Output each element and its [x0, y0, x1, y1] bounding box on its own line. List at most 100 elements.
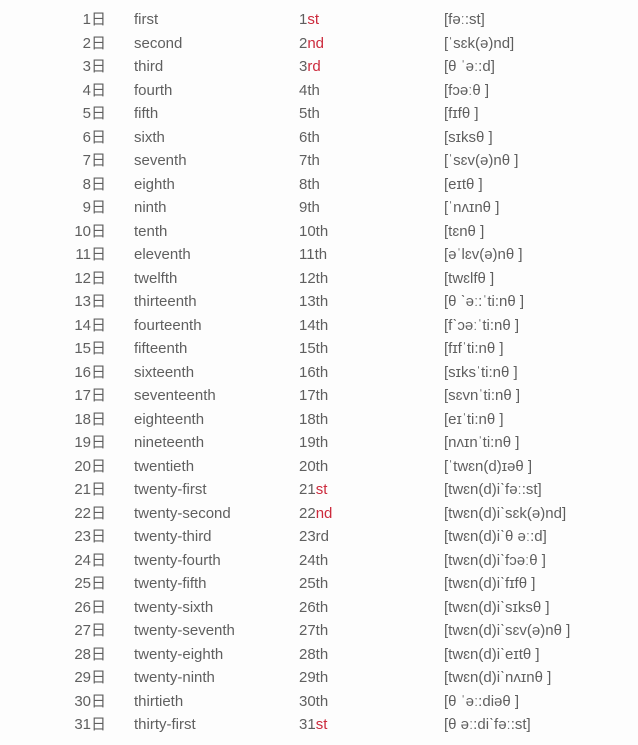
table-row: 22日twenty-second22nd[twɛn(d)iˋsɛk(ə)nd] — [6, 502, 632, 526]
cell-abbr: 23rd — [299, 525, 444, 549]
cell-word: fifteenth — [134, 337, 299, 361]
cell-ipa: [twɛlfθ ] — [444, 267, 632, 291]
cell-abbr: 1st — [299, 8, 444, 32]
cell-day: 28日 — [6, 643, 134, 667]
table-row: 29日twenty-ninth29th [twɛn(d)iˋnʌɪnθ ] — [6, 666, 632, 690]
cell-ipa: [θ ˈəː:d] — [444, 55, 632, 79]
cell-abbr: 18th — [299, 408, 444, 432]
cell-day: 2日 — [6, 32, 134, 56]
cell-ipa: [nʌɪnˈti:nθ ] — [444, 431, 632, 455]
cell-day: 23日 — [6, 525, 134, 549]
abbr-pre: 24th — [299, 552, 328, 569]
cell-abbr: 20th — [299, 455, 444, 479]
cell-word: seventh — [134, 149, 299, 173]
abbr-pre: 5th — [299, 105, 320, 122]
table-row: 1日first1st[fəː:st] — [6, 8, 632, 32]
cell-word: twenty-sixth — [134, 596, 299, 620]
abbr-suffix-highlight: st — [307, 11, 319, 28]
cell-day: 14日 — [6, 314, 134, 338]
table-row: 15日fifteenth15th[fɪfˈti:nθ ] — [6, 337, 632, 361]
cell-ipa: [twɛn(d)iˋsɛv(ə)nθ ] — [444, 619, 632, 643]
abbr-pre: 23rd — [299, 528, 329, 545]
cell-word: twenty-eighth — [134, 643, 299, 667]
cell-abbr: 11th — [299, 243, 444, 267]
abbr-pre: 12th — [299, 270, 328, 287]
abbr-pre: 9th — [299, 199, 320, 216]
cell-abbr: 17th — [299, 384, 444, 408]
cell-word: fourth — [134, 79, 299, 103]
cell-word: twenty-ninth — [134, 666, 299, 690]
cell-day: 8日 — [6, 173, 134, 197]
cell-ipa: [tɛnθ ] — [444, 220, 632, 244]
cell-word: twenty-fourth — [134, 549, 299, 573]
cell-day: 13日 — [6, 290, 134, 314]
cell-day: 17日 — [6, 384, 134, 408]
cell-abbr: 30th — [299, 690, 444, 714]
cell-day: 19日 — [6, 431, 134, 455]
table-row: 7日seventh7th[ˈsɛv(ə)nθ ] — [6, 149, 632, 173]
cell-abbr: 19th — [299, 431, 444, 455]
cell-word: twenty-seventh — [134, 619, 299, 643]
cell-ipa: [θ ˈəː:diəθ ] — [444, 690, 632, 714]
cell-day: 18日 — [6, 408, 134, 432]
cell-word: second — [134, 32, 299, 56]
cell-ipa: [twɛn(d)iˋnʌɪnθ ] — [444, 666, 632, 690]
cell-abbr: 14th — [299, 314, 444, 338]
cell-word: thirteenth — [134, 290, 299, 314]
table-row: 16日sixteenth16th[sɪksˈti:nθ ] — [6, 361, 632, 385]
cell-word: third — [134, 55, 299, 79]
abbr-pre: 6th — [299, 129, 320, 146]
cell-ipa: [sɛvnˈti:nθ ] — [444, 384, 632, 408]
cell-ipa: [twɛn(d)iˋsɪksθ ] — [444, 596, 632, 620]
cell-ipa: [twɛn(d)iˋfəː:st] — [444, 478, 632, 502]
cell-ipa: [θ ˋəː:ˈti:nθ ] — [444, 290, 632, 314]
cell-day: 1日 — [6, 8, 134, 32]
cell-abbr: 24th — [299, 549, 444, 573]
cell-day: 12日 — [6, 267, 134, 291]
abbr-pre: 17th — [299, 387, 328, 404]
cell-day: 29日 — [6, 666, 134, 690]
abbr-pre: 25th — [299, 575, 328, 592]
table-row: 5日fifth5th[fɪfθ ] — [6, 102, 632, 126]
cell-abbr: 27th — [299, 619, 444, 643]
abbr-pre: 7th — [299, 152, 320, 169]
cell-day: 5日 — [6, 102, 134, 126]
table-row: 30日thirtieth30th[θ ˈəː:diəθ ] — [6, 690, 632, 714]
abbr-pre: 8th — [299, 176, 320, 193]
abbr-pre: 29th — [299, 669, 328, 686]
cell-word: eighth — [134, 173, 299, 197]
cell-day: 22日 — [6, 502, 134, 526]
cell-ipa: [sɪksθ ] — [444, 126, 632, 150]
cell-ipa: [ˈtwɛn(d)ɪəθ ] — [444, 455, 632, 479]
cell-abbr: 25th — [299, 572, 444, 596]
abbr-pre: 26th — [299, 599, 328, 616]
table-row: 31日thirty-first31st[θ əː:diˋfəː:st] — [6, 713, 632, 737]
table-row: 8日eighth8th[eɪtθ ] — [6, 173, 632, 197]
abbr-pre: 27th — [299, 622, 328, 639]
abbr-pre: 14th — [299, 317, 328, 334]
cell-word: sixteenth — [134, 361, 299, 385]
cell-word: sixth — [134, 126, 299, 150]
abbr-pre: 10th — [299, 223, 328, 240]
cell-word: twenty-first — [134, 478, 299, 502]
table-row: 9日ninth9th[ˈnʌɪnθ ] — [6, 196, 632, 220]
abbr-pre: 19th — [299, 434, 328, 451]
cell-word: thirty-first — [134, 713, 299, 737]
cell-day: 15日 — [6, 337, 134, 361]
cell-abbr: 10th — [299, 220, 444, 244]
cell-day: 9日 — [6, 196, 134, 220]
cell-abbr: 2nd — [299, 32, 444, 56]
table-row: 6日sixth6th[sɪksθ ] — [6, 126, 632, 150]
table-row: 17日seventeenth17th[sɛvnˈti:nθ ] — [6, 384, 632, 408]
table-row: 24日twenty-fourth24th[twɛn(d)iˋfɔəːθ ] — [6, 549, 632, 573]
table-row: 21日twenty-first21st[twɛn(d)iˋfəː:st] — [6, 478, 632, 502]
cell-day: 20日 — [6, 455, 134, 479]
cell-abbr: 31st — [299, 713, 444, 737]
cell-word: twentieth — [134, 455, 299, 479]
table-row: 26日twenty-sixth26th[twɛn(d)iˋsɪksθ ] — [6, 596, 632, 620]
cell-day: 7日 — [6, 149, 134, 173]
cell-ipa: [əˈlɛv(ə)nθ ] — [444, 243, 632, 267]
cell-abbr: 21st — [299, 478, 444, 502]
cell-abbr: 8th — [299, 173, 444, 197]
cell-ipa: [fɔəːθ ] — [444, 79, 632, 103]
